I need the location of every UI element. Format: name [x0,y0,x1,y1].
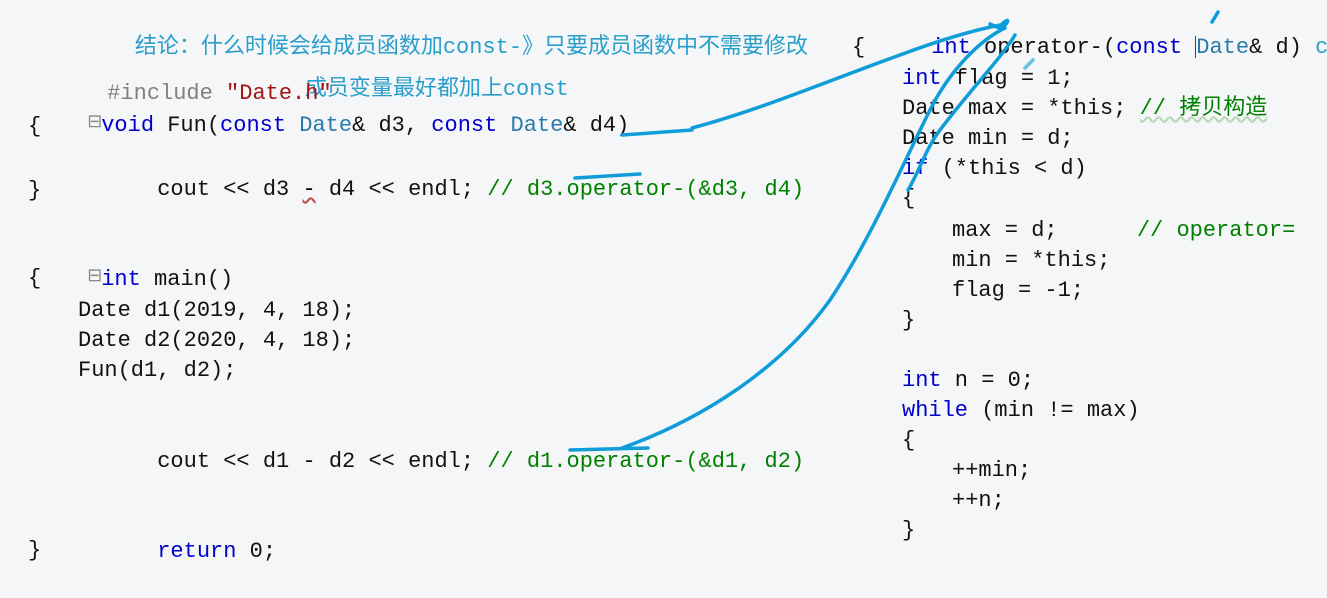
while-open-brace: { [902,426,915,457]
kw-const-r: const [1116,35,1182,60]
fold-icon-2[interactable]: ⊟ [87,265,101,290]
kw-int-n: int [902,368,942,393]
fun-close-brace: } [28,176,41,207]
amp-1: & [352,113,365,138]
cls-date-r: Date [1196,35,1249,60]
cout-1: cout [157,177,210,202]
d3-ref: d3 [263,177,289,202]
flag-decl-line: int flag = 1; [902,64,1074,95]
kw-const-trailing: const [1315,35,1327,60]
cmt-main: // d1.operator-(&d1, d2) [487,449,804,474]
d1-ref: d1 [263,449,289,474]
cls-date-2: Date [511,113,564,138]
while-line: while (min != max) [902,396,1140,427]
funcall-line: Fun(d1, d2); [78,356,236,387]
if-open-brace: { [902,184,915,215]
main-close-brace: } [28,536,41,567]
code-editor[interactable]: 结论：什么时候会给成员函数加const-》只要成员函数中不需要修改 成员变量最好… [0,0,1327,572]
kw-const-2: const [431,113,497,138]
op-name: operator- [984,35,1103,60]
num-zero: 0 [250,539,263,564]
d2-ref: d2 [329,449,355,474]
kw-void: void [101,113,154,138]
inc-n-line: ++n; [952,486,1005,517]
cmt-copyctor: // 拷贝构造 [1140,96,1268,121]
if-line: if (*this < d) [902,154,1087,185]
kw-if: if [902,156,928,181]
if-close-brace: } [902,306,915,337]
main-cout-line: cout << d1 - d2 << endl; // d1.operator-… [78,416,804,508]
cmt-op-assign: // operator= [1137,218,1295,243]
kw-while: while [902,398,968,423]
main-open-brace: { [28,264,41,295]
r-open-brace: { [852,33,865,64]
param-d4: d4 [590,113,616,138]
kw-return: return [157,539,236,564]
cls-date-1: Date [299,113,352,138]
kw-int-op: int [931,35,971,60]
fn-fun: Fun [167,113,207,138]
cmt-fun: // d3.operator-(&d3, d4) [487,177,804,202]
fn-main: main [154,267,207,292]
fold-icon[interactable]: ⊟ [87,111,101,136]
n-decl-line: int n = 0; [902,366,1034,397]
fun-open-brace: { [28,112,41,143]
max-decl-line: Date max = *this; // 拷贝构造 [902,94,1267,125]
kw-const-1: const [220,113,286,138]
param-d3: d3 [378,113,404,138]
amp-2: & [563,113,576,138]
d1-line: Date d1(2019, 4, 18); [78,296,355,327]
flag-assign-line: flag = -1; [952,276,1084,307]
return-line: return 0; [78,506,276,598]
while-close-brace: } [902,516,915,547]
endl-1: endl [408,177,461,202]
d4-ref: d4 [329,177,355,202]
min-decl-line: Date min = d; [902,124,1074,155]
minus-1: - [302,177,315,202]
kw-int-main: int [101,267,141,292]
d2-line: Date d2(2020, 4, 18); [78,326,355,357]
max-assign-line: max = d; // operator= [952,216,1295,247]
param-d: d [1276,35,1289,60]
kw-int-flag: int [902,66,942,91]
fun-body-line: cout << d3 - d4 << endl; // d3.operator-… [78,144,804,236]
cout-2: cout [157,449,210,474]
minus-2: - [302,449,315,474]
endl-2: endl [408,449,461,474]
inc-min-line: ++min; [952,456,1031,487]
min-assign-line: min = *this; [952,246,1110,277]
